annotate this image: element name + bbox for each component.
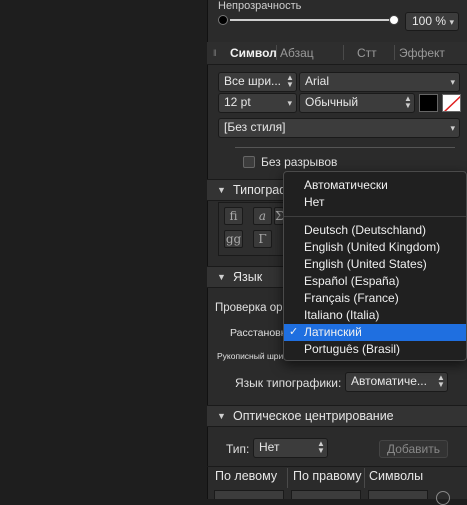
left-value-field[interactable] xyxy=(214,490,284,499)
menu-item-francais[interactable]: Français (France) xyxy=(284,290,466,307)
font-style-value: Обычный xyxy=(305,95,359,109)
add-button[interactable]: Добавить xyxy=(379,440,448,458)
stepper-icon: ▲ ▼ xyxy=(404,94,412,110)
column-header-characters[interactable]: Символы xyxy=(369,469,423,483)
menu-item-label: English (United Kingdom) xyxy=(304,240,441,254)
menu-item-label: Deutsch (Deutschland) xyxy=(304,223,427,237)
character-style-value: [Без стиля] xyxy=(224,120,286,134)
opacity-value: 100 % xyxy=(412,14,447,28)
tab-effects[interactable]: Эффект xyxy=(399,46,445,60)
characters-value-field[interactable] xyxy=(368,490,428,499)
menu-item-english-uk[interactable]: English (United Kingdom) xyxy=(284,239,466,256)
menu-item-auto[interactable]: Автоматически xyxy=(284,177,466,194)
font-family-field[interactable]: Arial ▾ xyxy=(299,72,460,92)
right-value-field[interactable] xyxy=(291,490,361,499)
tab-separator xyxy=(276,45,277,60)
alternate-glyph-icon[interactable]: a xyxy=(253,207,272,225)
menu-item-deutsch[interactable]: Deutsch (Deutschland) xyxy=(284,222,466,239)
menu-item-italiano[interactable]: Italiano (Italia) xyxy=(284,307,466,324)
menu-item-label: Italiano (Italia) xyxy=(304,308,380,322)
handwriting-label: Рукописный шриф xyxy=(217,351,291,361)
menu-item-label: Español (España) xyxy=(304,274,400,288)
optical-type-select[interactable]: Нет ▲ ▼ xyxy=(253,438,328,458)
column-header-left[interactable]: По левому xyxy=(215,469,277,483)
drag-handle-icon[interactable]: ‖ xyxy=(213,48,217,58)
typography-language-value: Автоматиче... xyxy=(351,374,427,388)
typography-section-title: Типограф xyxy=(233,183,290,197)
chevron-down-icon: ▾ xyxy=(287,98,292,108)
no-color-icon xyxy=(444,95,460,111)
tab-bar: ‖ Символ Абзац Стт Эффект xyxy=(207,42,467,65)
small-caps-icon[interactable]: Γ xyxy=(253,230,272,248)
menu-item-label: Автоматически xyxy=(304,178,388,192)
font-size-value: 12 pt xyxy=(224,95,251,109)
column-header-right[interactable]: По правому xyxy=(293,469,362,483)
font-collection-value: Все шри... xyxy=(224,74,282,88)
remove-icon[interactable] xyxy=(436,491,450,505)
collapse-triangle-icon: ▼ xyxy=(217,185,226,195)
menu-item-portugues[interactable]: Português (Brasil) xyxy=(284,341,466,358)
optical-type-label: Тип: xyxy=(226,442,250,456)
menu-item-espanol[interactable]: Español (España) xyxy=(284,273,466,290)
optical-centering-section-header[interactable]: ▼ Оптическое центрирование xyxy=(207,405,467,427)
ligature-icon[interactable]: fi xyxy=(224,207,243,225)
chevron-down-icon: ▾ xyxy=(449,17,454,27)
table-top-border xyxy=(207,466,467,467)
font-collection-select[interactable]: Все шри... ▲ ▼ xyxy=(218,72,297,92)
opacity-value-field[interactable]: 100 % ▾ xyxy=(405,12,459,31)
tab-separator xyxy=(343,45,344,60)
menu-item-latin[interactable]: ✓ Латинский xyxy=(284,324,466,341)
opacity-slider-handle[interactable] xyxy=(389,15,399,25)
optical-centering-section-title: Оптическое центрирование xyxy=(233,409,394,423)
menu-separator xyxy=(284,216,466,217)
no-break-checkbox[interactable] xyxy=(243,156,255,168)
stepper-icon: ▲ ▼ xyxy=(317,439,325,455)
language-dropdown-menu: Автоматически Нет Deutsch (Deutschland) … xyxy=(283,171,467,361)
menu-item-english-us[interactable]: English (United States) xyxy=(284,256,466,273)
collapse-triangle-icon: ▼ xyxy=(217,411,226,421)
text-fill-swatch[interactable] xyxy=(419,94,438,112)
no-break-label: Без разрывов xyxy=(261,155,338,169)
tab-character[interactable]: Символ xyxy=(230,46,277,60)
opacity-label: Непрозрачность xyxy=(218,0,302,12)
menu-item-label: English (United States) xyxy=(304,257,427,271)
tab-separator xyxy=(394,45,395,60)
checkmark-icon: ✓ xyxy=(289,326,299,338)
optical-type-value: Нет xyxy=(259,440,280,454)
menu-item-label: Нет xyxy=(304,195,325,209)
menu-item-label: Português (Brasil) xyxy=(304,342,401,356)
opacity-slider-track[interactable] xyxy=(230,19,393,21)
chevron-down-icon: ▾ xyxy=(450,123,455,133)
menu-item-none[interactable]: Нет xyxy=(284,194,466,211)
spell-check-label: Проверка ор xyxy=(215,302,283,314)
typography-language-select[interactable]: Автоматиче... ▲ ▼ xyxy=(345,372,448,392)
text-stroke-swatch[interactable] xyxy=(442,94,461,112)
canvas-area xyxy=(0,0,207,499)
character-style-field[interactable]: [Без стиля] ▾ xyxy=(218,118,460,138)
opacity-min-dot xyxy=(218,15,228,25)
language-section-title: Язык xyxy=(233,270,263,284)
menu-item-label: Латинский xyxy=(304,325,362,339)
hyphenation-label: Расстановк xyxy=(230,327,286,339)
column-separator xyxy=(287,468,288,488)
column-separator xyxy=(364,468,365,488)
tab-paragraph[interactable]: Абзац xyxy=(280,46,314,60)
stepper-icon: ▲ ▼ xyxy=(437,373,445,389)
section-divider xyxy=(235,147,455,148)
collapse-triangle-icon: ▼ xyxy=(217,272,226,282)
discretionary-ligature-icon[interactable]: gg xyxy=(224,230,243,248)
typography-language-label: Язык типографики: xyxy=(235,376,342,390)
stepper-icon: ▲ ▼ xyxy=(286,73,294,89)
font-family-value: Arial xyxy=(305,74,330,88)
font-size-field[interactable]: 12 pt ▾ xyxy=(218,93,297,113)
chevron-down-icon: ▾ xyxy=(450,77,455,87)
tab-styles[interactable]: Стт xyxy=(357,46,377,60)
menu-item-label: Français (France) xyxy=(304,291,399,305)
font-style-select[interactable]: Обычный ▲ ▼ xyxy=(299,93,415,113)
